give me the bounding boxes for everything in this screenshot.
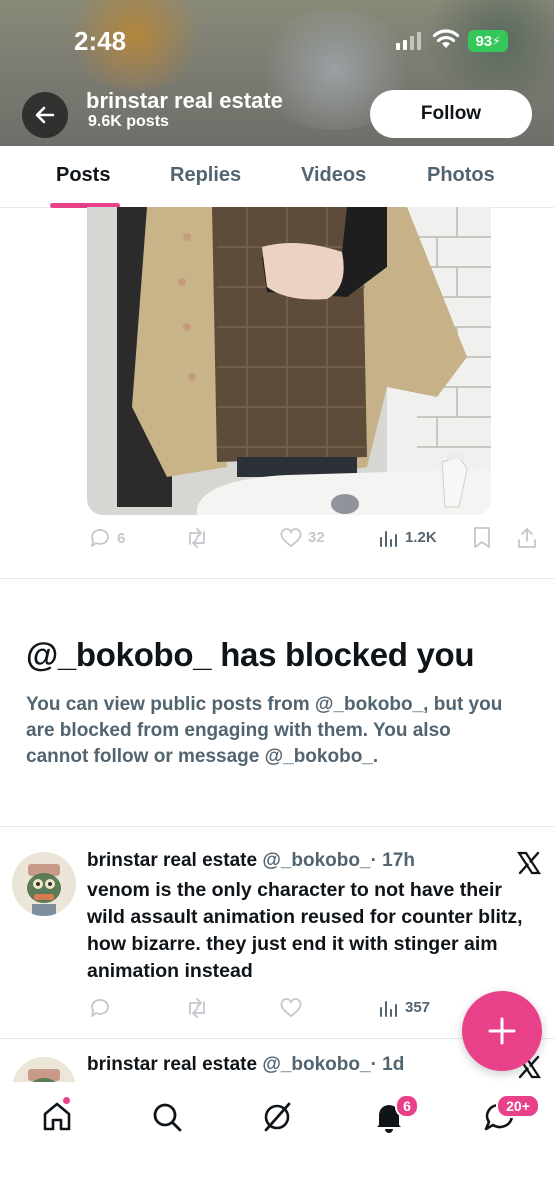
wifi-icon [432, 29, 460, 48]
tweet-author[interactable]: brinstar real estate [87, 1054, 257, 1075]
avatar[interactable] [12, 1057, 76, 1082]
reply-icon [91, 529, 109, 547]
mirror-photo-illustration [87, 207, 491, 515]
back-button[interactable] [22, 92, 68, 138]
compose-plus-icon [488, 1017, 516, 1045]
repost-button[interactable] [184, 526, 210, 550]
back-arrow-icon [35, 106, 55, 124]
reply-count: 6 [117, 529, 126, 547]
tweet-author[interactable]: brinstar real estate [87, 850, 257, 871]
avatar[interactable] [12, 852, 76, 916]
like-button[interactable] [279, 996, 303, 1018]
bookmark-icon [474, 527, 490, 548]
tweet-text[interactable]: venom is the only character to not have … [87, 877, 545, 985]
divider [0, 826, 554, 827]
bottom-navigation: 6 20+ [0, 1082, 554, 1200]
share-button[interactable] [516, 526, 538, 550]
notifications-badge: 6 [395, 1094, 419, 1118]
x-logo-icon [516, 851, 542, 875]
blocked-title: @_bokobo_ has blocked you [26, 636, 475, 673]
tab-photos[interactable]: Photos [427, 164, 495, 187]
battery-level: 93 [475, 32, 493, 50]
blocked-message: You can view public posts from @_bokobo_… [26, 694, 503, 767]
avatar-illustration [12, 852, 76, 916]
share-icon [518, 528, 536, 548]
views-count: 357 [405, 998, 431, 1016]
views-count: 1.2K [405, 528, 437, 546]
tab-posts[interactable]: Posts [56, 164, 110, 187]
divider [0, 578, 554, 579]
like-icon [280, 998, 302, 1018]
retweet-icon [189, 998, 205, 1018]
status-time: 2:48 [74, 26, 127, 56]
tweet-handle[interactable]: @_bokobo_ [262, 850, 370, 871]
repost-button[interactable] [184, 996, 210, 1020]
tab-replies[interactable]: Replies [170, 164, 241, 187]
tweet-header: brinstar real estate @_bokobo_· 1d [87, 1054, 404, 1076]
like-button[interactable]: 32 [279, 526, 325, 548]
bookmark-button[interactable] [472, 526, 492, 550]
views-button[interactable]: 1.2K [378, 526, 437, 548]
tab-videos[interactable]: Videos [301, 164, 366, 187]
follow-button[interactable]: Follow [370, 90, 532, 138]
posts-count: 9.6K posts [88, 113, 169, 130]
like-icon [280, 528, 302, 548]
search-icon[interactable] [150, 1100, 184, 1134]
home-icon[interactable] [40, 1100, 74, 1134]
messages-badge: 20+ [496, 1094, 540, 1118]
tweet-header: brinstar real estate @_bokobo_· 17h [87, 850, 415, 872]
reply-button[interactable] [88, 996, 112, 1020]
reply-icon [91, 999, 109, 1017]
like-count: 32 [308, 528, 325, 546]
profile-name: brinstar real estate [86, 88, 283, 113]
cellular-signal-icon [396, 32, 421, 50]
reply-button[interactable]: 6 [88, 526, 125, 550]
profile-header: 2:48 93 ⚡ brinstar real estate 9.6K post… [0, 0, 554, 146]
avatar-illustration [12, 1057, 76, 1082]
tweet-time: · 1d [370, 1054, 405, 1075]
retweet-icon [189, 528, 205, 548]
tweet-handle[interactable]: @_bokobo_ [262, 1054, 370, 1075]
post-action-bar: 6 32 1.2K [0, 526, 554, 552]
home-notification-dot [62, 1096, 71, 1105]
views-icon [380, 1001, 397, 1017]
charging-bolt-icon: ⚡ [492, 34, 501, 48]
grok-icon[interactable] [260, 1100, 294, 1134]
profile-tabs: Posts Replies Videos Photos [0, 146, 554, 208]
views-icon [380, 531, 397, 547]
views-button[interactable]: 357 [378, 996, 430, 1018]
post-photo[interactable] [87, 207, 491, 515]
tweet-time: · 17h [370, 850, 415, 871]
battery-indicator: 93 ⚡ [468, 30, 508, 52]
compose-button[interactable] [462, 991, 542, 1071]
